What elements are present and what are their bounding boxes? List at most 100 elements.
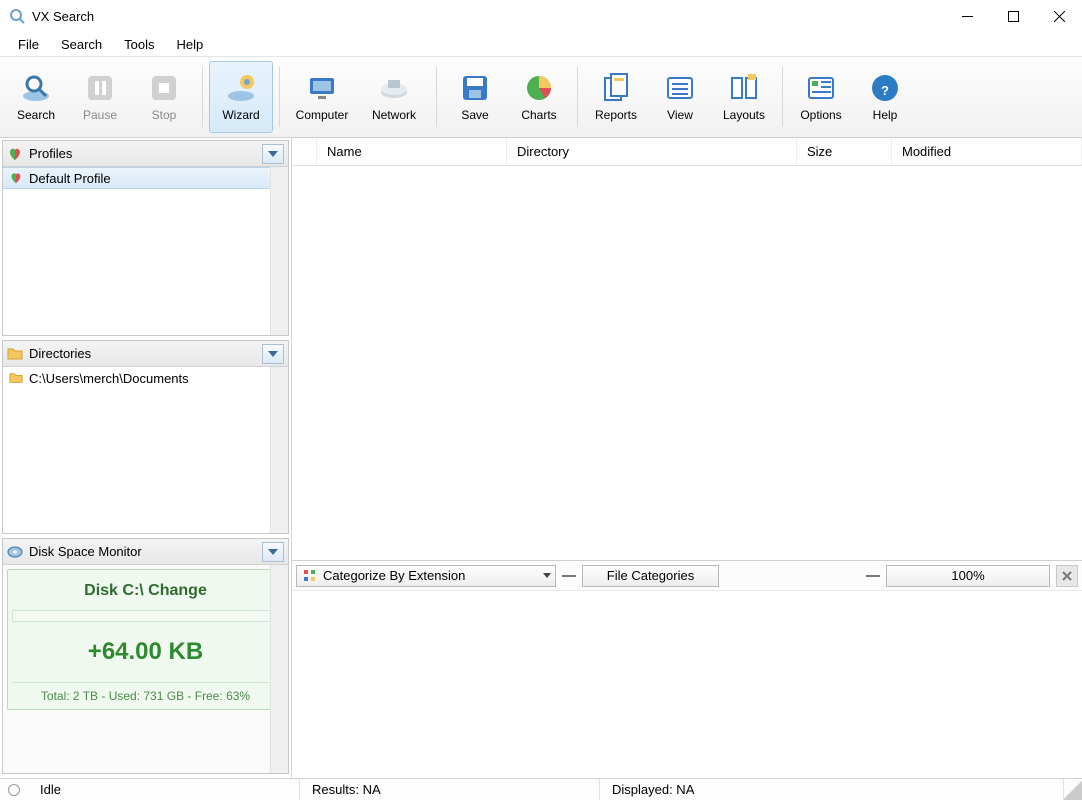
toolbar-save[interactable]: Save <box>443 61 507 133</box>
folder-icon <box>9 371 23 385</box>
status-displayed: Displayed: NA <box>600 779 1064 800</box>
toolbar-save-label: Save <box>461 108 488 122</box>
results-grid-body[interactable] <box>292 166 1082 560</box>
reports-icon <box>600 72 632 104</box>
directories-panel: Directories C:\Users\merch\Documents <box>2 340 289 534</box>
close-button[interactable] <box>1036 0 1082 32</box>
options-icon <box>805 72 837 104</box>
grid-col-modified[interactable]: Modified <box>892 138 1082 165</box>
status-results: Results: NA <box>300 779 600 800</box>
toolbar-separator <box>202 67 203 127</box>
toolbar-network[interactable]: Network <box>358 61 430 133</box>
toolbar-charts[interactable]: Charts <box>507 61 571 133</box>
toolbar-reports[interactable]: Reports <box>584 61 648 133</box>
main-area: Name Directory Size Modified Categorize … <box>292 138 1082 778</box>
profile-item[interactable]: Default Profile <box>3 167 288 189</box>
separator-dash <box>866 575 880 577</box>
toolbar-wizard-label: Wizard <box>222 108 259 122</box>
toolbar-separator <box>782 67 783 127</box>
catbar-close-button[interactable] <box>1056 565 1078 587</box>
profile-label: Default Profile <box>29 171 111 186</box>
toolbar-stop-label: Stop <box>152 108 177 122</box>
dsm-card[interactable]: Disk C:\ Change +64.00 KB Total: 2 TB - … <box>7 569 284 710</box>
grid-icon <box>303 569 317 583</box>
dsm-totals: Total: 2 TB - Used: 731 GB - Free: 63% <box>12 682 279 703</box>
toolbar-computer-label: Computer <box>296 108 349 122</box>
dsm-header[interactable]: Disk Space Monitor <box>3 539 288 565</box>
wizard-icon <box>225 72 257 104</box>
directories-dropdown-button[interactable] <box>262 344 284 364</box>
toolbar-pause-label: Pause <box>83 108 117 122</box>
toolbar-stop[interactable]: Stop <box>132 61 196 133</box>
chevron-down-icon <box>543 573 551 578</box>
directories-header[interactable]: Directories <box>3 341 288 367</box>
disk-space-monitor-panel: Disk Space Monitor Disk C:\ Change +64.0… <box>2 538 289 774</box>
help-icon: ? <box>869 72 901 104</box>
maximize-button[interactable] <box>990 0 1036 32</box>
window-title: VX Search <box>32 9 944 24</box>
zoom-level[interactable]: 100% <box>886 565 1050 587</box>
toolbar-separator <box>279 67 280 127</box>
categorize-dropdown[interactable]: Categorize By Extension <box>296 565 556 587</box>
toolbar-options[interactable]: Options <box>789 61 853 133</box>
stop-icon <box>148 72 180 104</box>
svg-text:?: ? <box>881 83 889 98</box>
toolbar-view-label: View <box>667 108 693 122</box>
toolbar-reports-label: Reports <box>595 108 637 122</box>
pause-icon <box>84 72 116 104</box>
toolbar-search[interactable]: Search <box>4 61 68 133</box>
dsm-card-title: Disk C:\ Change <box>84 582 207 600</box>
category-bar: Categorize By Extension File Categories … <box>292 560 1082 590</box>
toolbar-pause[interactable]: Pause <box>68 61 132 133</box>
network-icon <box>378 72 410 104</box>
toolbar-view[interactable]: View <box>648 61 712 133</box>
grid-col-size[interactable]: Size <box>797 138 892 165</box>
toolbar-computer[interactable]: Computer <box>286 61 358 133</box>
menu-tools[interactable]: Tools <box>114 35 164 54</box>
grid-col-checkbox[interactable] <box>292 138 317 165</box>
menu-search[interactable]: Search <box>51 35 112 54</box>
chart-area[interactable] <box>292 590 1082 778</box>
file-categories-button[interactable]: File Categories <box>582 565 719 587</box>
toolbar-layouts[interactable]: Layouts <box>712 61 776 133</box>
menu-bar: File Search Tools Help <box>0 32 1082 56</box>
dsm-bar <box>12 610 279 622</box>
results-grid-header: Name Directory Size Modified <box>292 138 1082 166</box>
directory-item[interactable]: C:\Users\merch\Documents <box>3 367 288 389</box>
computer-icon <box>306 72 338 104</box>
toolbar-help-label: Help <box>873 108 898 122</box>
resize-grip[interactable] <box>1064 779 1082 800</box>
view-icon <box>664 72 696 104</box>
dsm-dropdown-button[interactable] <box>262 542 284 562</box>
toolbar: Search Pause Stop Wizard Computer Networ… <box>0 56 1082 138</box>
folder-icon <box>7 346 23 362</box>
layouts-icon <box>728 72 760 104</box>
dsm-delta: +64.00 KB <box>88 638 203 666</box>
profiles-dropdown-button[interactable] <box>262 144 284 164</box>
status-state: Idle <box>28 779 300 800</box>
menu-file[interactable]: File <box>8 35 49 54</box>
profiles-header-label: Profiles <box>29 146 262 161</box>
menu-help[interactable]: Help <box>167 35 214 54</box>
profiles-header[interactable]: Profiles <box>3 141 288 167</box>
app-icon <box>8 7 26 25</box>
status-indicator-icon <box>8 784 20 796</box>
toolbar-separator <box>577 67 578 127</box>
toolbar-search-label: Search <box>17 108 55 122</box>
disk-icon <box>7 544 23 560</box>
categorize-label: Categorize By Extension <box>323 568 465 583</box>
sidebar: Profiles Default Profile Directories C:\… <box>0 138 292 778</box>
status-bar: Idle Results: NA Displayed: NA <box>0 778 1082 800</box>
grid-col-name[interactable]: Name <box>317 138 507 165</box>
toolbar-wizard[interactable]: Wizard <box>209 61 273 133</box>
toolbar-charts-label: Charts <box>521 108 556 122</box>
file-categories-label: File Categories <box>607 568 694 583</box>
title-bar: VX Search <box>0 0 1082 32</box>
grid-col-directory[interactable]: Directory <box>507 138 797 165</box>
minimize-button[interactable] <box>944 0 990 32</box>
directory-path: C:\Users\merch\Documents <box>29 371 189 386</box>
separator-dash <box>562 575 576 577</box>
toolbar-layouts-label: Layouts <box>723 108 765 122</box>
dsm-header-label: Disk Space Monitor <box>29 544 262 559</box>
toolbar-help[interactable]: ? Help <box>853 61 917 133</box>
